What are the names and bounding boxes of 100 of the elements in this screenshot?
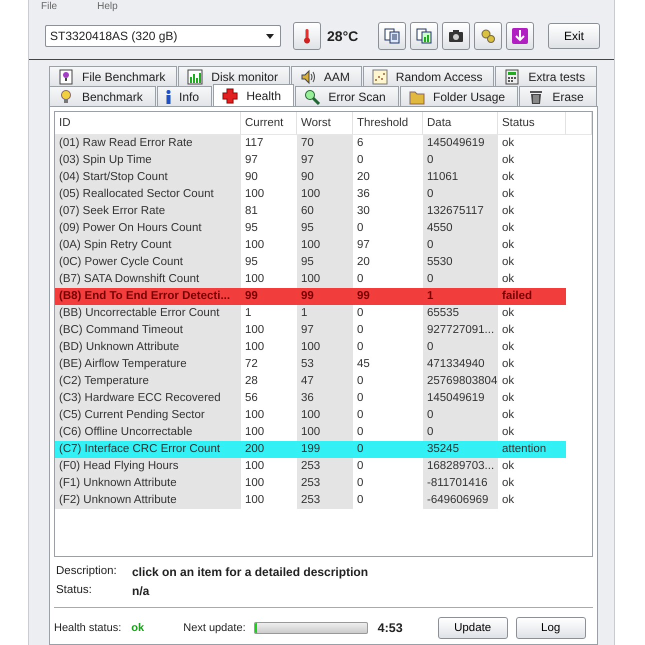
column-header[interactable]: Worst xyxy=(297,112,353,135)
table-row[interactable]: (C3) Hardware ECC Recovered 56 36 0 145049619 ok xyxy=(55,390,592,407)
table-cell-text: 0 xyxy=(356,272,364,287)
column-header[interactable]: Threshold xyxy=(353,112,423,135)
thermometer-button[interactable] xyxy=(293,22,321,50)
table-row[interactable]: (04) Start/Stop Count 90 90 20 11061 ok xyxy=(55,169,592,186)
table-cell-text: 90 xyxy=(244,170,259,185)
column-header[interactable]: ID xyxy=(55,112,241,135)
toolbar-button[interactable]: Update xyxy=(438,617,508,639)
table-cell-text: 45 xyxy=(356,357,371,372)
exit-button[interactable]: Exit xyxy=(548,23,600,49)
table-cell-text: ok xyxy=(501,323,516,338)
table-cell-text: 100 xyxy=(244,238,266,253)
table-cell: 100 xyxy=(297,237,353,254)
table-cell: (07) Seek Error Rate xyxy=(55,203,241,220)
toolbar-button[interactable] xyxy=(378,22,406,50)
table-row[interactable]: (0C) Power Cycle Count 95 95 20 5530 ok xyxy=(55,254,592,271)
toolbar-button[interactable] xyxy=(474,22,502,50)
table-row[interactable]: (01) Raw Read Error Rate 117 70 6 145049619 ok xyxy=(55,135,592,152)
table-row[interactable]: (C2) Temperature 28 47 0 25769803804 ok xyxy=(55,373,592,390)
table-cell-text: ok xyxy=(501,306,516,321)
toolbar-button[interactable]: Log xyxy=(516,617,586,639)
scatter-icon xyxy=(372,68,388,84)
caret-icon xyxy=(266,34,274,38)
table-cell: (BB) Uncorrectable Error Count xyxy=(55,305,241,322)
tab[interactable]: Erase xyxy=(519,86,598,106)
table-row[interactable]: (BD) Unknown Attribute 100 100 0 0 ok xyxy=(55,339,592,356)
toolbar-button[interactable] xyxy=(506,22,534,50)
table-cell: 70 xyxy=(297,135,353,152)
tab[interactable]: File Benchmark xyxy=(49,66,178,86)
table-row[interactable]: (F2) Unknown Attribute 100 253 0 -649606969 ok xyxy=(55,492,592,509)
drive-select[interactable]: ST3320418AS (320 gB) xyxy=(45,25,281,47)
table-cell: 97 xyxy=(297,322,353,339)
table-cell: (0A) Spin Retry Count xyxy=(55,237,241,254)
table-cell-text: 0 xyxy=(356,459,364,474)
table-cell: 0 xyxy=(423,407,498,424)
table-cell: 65535 xyxy=(423,305,498,322)
table-cell-text: 97 xyxy=(244,153,259,168)
menu-item[interactable]: Help xyxy=(97,0,118,13)
tab[interactable]: Random Access xyxy=(362,66,494,86)
table-cell: (BD) Unknown Attribute xyxy=(55,339,241,356)
table-row[interactable]: (0A) Spin Retry Count 100 100 97 0 ok xyxy=(55,237,592,254)
table-cell: (C5) Current Pending Sector xyxy=(55,407,241,424)
table-cell-text: ok xyxy=(501,476,516,491)
table-cell: 100 xyxy=(297,186,353,203)
table-row[interactable]: (C5) Current Pending Sector 100 100 0 0 ok xyxy=(55,407,592,424)
download-arrow-icon xyxy=(512,28,528,44)
table-cell: 168289703... xyxy=(423,458,498,475)
table-cell-text: 0 xyxy=(356,493,364,508)
table-row[interactable]: (BC) Command Timeout 100 97 0 927727091... ok xyxy=(55,322,592,339)
speaker-icon xyxy=(300,68,316,84)
table-cell: 100 xyxy=(297,271,353,288)
tab[interactable]: AAM xyxy=(290,66,362,86)
tab[interactable]: Extra tests xyxy=(495,66,598,86)
table-cell: (B7) SATA Downshift Count xyxy=(55,271,241,288)
table-cell: 132675117 xyxy=(423,203,498,220)
table-cell: 25769803804 xyxy=(423,373,498,390)
table-cell: 5530 xyxy=(423,254,498,271)
tab[interactable]: Disk monitor xyxy=(178,66,290,86)
table-cell: 97 xyxy=(297,152,353,169)
toolbar-button[interactable] xyxy=(442,22,470,50)
table-row[interactable]: (09) Power On Hours Count 95 95 0 4550 ok xyxy=(55,220,592,237)
tab[interactable]: Benchmark xyxy=(49,86,156,106)
cross-icon xyxy=(222,88,238,104)
table-row[interactable]: (05) Reallocated Sector Count 100 100 36 0 ok xyxy=(55,186,592,203)
table-row[interactable]: (BB) Uncorrectable Error Count 1 1 0 65535 ok xyxy=(55,305,592,322)
column-header[interactable]: Data xyxy=(423,112,498,135)
table-row[interactable]: (BE) Airflow Temperature 72 53 45 471334940 ok xyxy=(55,356,592,373)
table-row[interactable]: (C7) Interface CRC Error Count 200 199 0 35245 attention xyxy=(55,441,592,458)
tab[interactable]: Error Scan xyxy=(295,86,400,106)
table-cell-text: 97 xyxy=(356,238,371,253)
table-row[interactable]: (F1) Unknown Attribute 100 253 0 -811701416 ok xyxy=(55,475,592,492)
temperature-reading: 28°C xyxy=(327,28,358,44)
menu-item[interactable]: File xyxy=(41,0,58,13)
table-cell: 253 xyxy=(297,475,353,492)
table-cell-text: 28 xyxy=(244,374,259,389)
magnifier-icon xyxy=(304,88,320,104)
tab[interactable]: Folder Usage xyxy=(400,86,518,106)
table-cell-text: 36 xyxy=(356,187,371,202)
tab[interactable]: Health xyxy=(213,84,294,106)
column-header[interactable]: Current xyxy=(241,112,297,135)
table-cell-text: (C7) Interface CRC Error Count xyxy=(58,442,222,457)
table-cell-text: ok xyxy=(501,272,516,287)
table-row[interactable]: (F0) Head Flying Hours 100 253 0 168289703... ok xyxy=(55,458,592,475)
bulb-page-icon xyxy=(58,68,74,84)
tab[interactable]: Info xyxy=(157,86,212,106)
table-cell: (04) Start/Stop Count xyxy=(55,169,241,186)
toolbar-button[interactable] xyxy=(410,22,438,50)
table-cell: 0 xyxy=(423,152,498,169)
table-row[interactable]: (07) Seek Error Rate 81 60 30 132675117 ok xyxy=(55,203,592,220)
table-row[interactable]: (C6) Offline Uncorrectable 100 100 0 0 ok xyxy=(55,424,592,441)
table-cell-text: 0 xyxy=(356,408,364,423)
copy-icon xyxy=(384,28,400,44)
table-cell-text: 0 xyxy=(356,425,364,440)
table-row[interactable]: (03) Spin Up Time 97 97 0 0 ok xyxy=(55,152,592,169)
table-row[interactable]: (B7) SATA Downshift Count 100 100 0 0 ok xyxy=(55,271,592,288)
table-cell-text: ok xyxy=(501,374,516,389)
table-cell: (F1) Unknown Attribute xyxy=(55,475,241,492)
column-header[interactable]: Status xyxy=(498,112,566,135)
table-cell: 100 xyxy=(297,407,353,424)
